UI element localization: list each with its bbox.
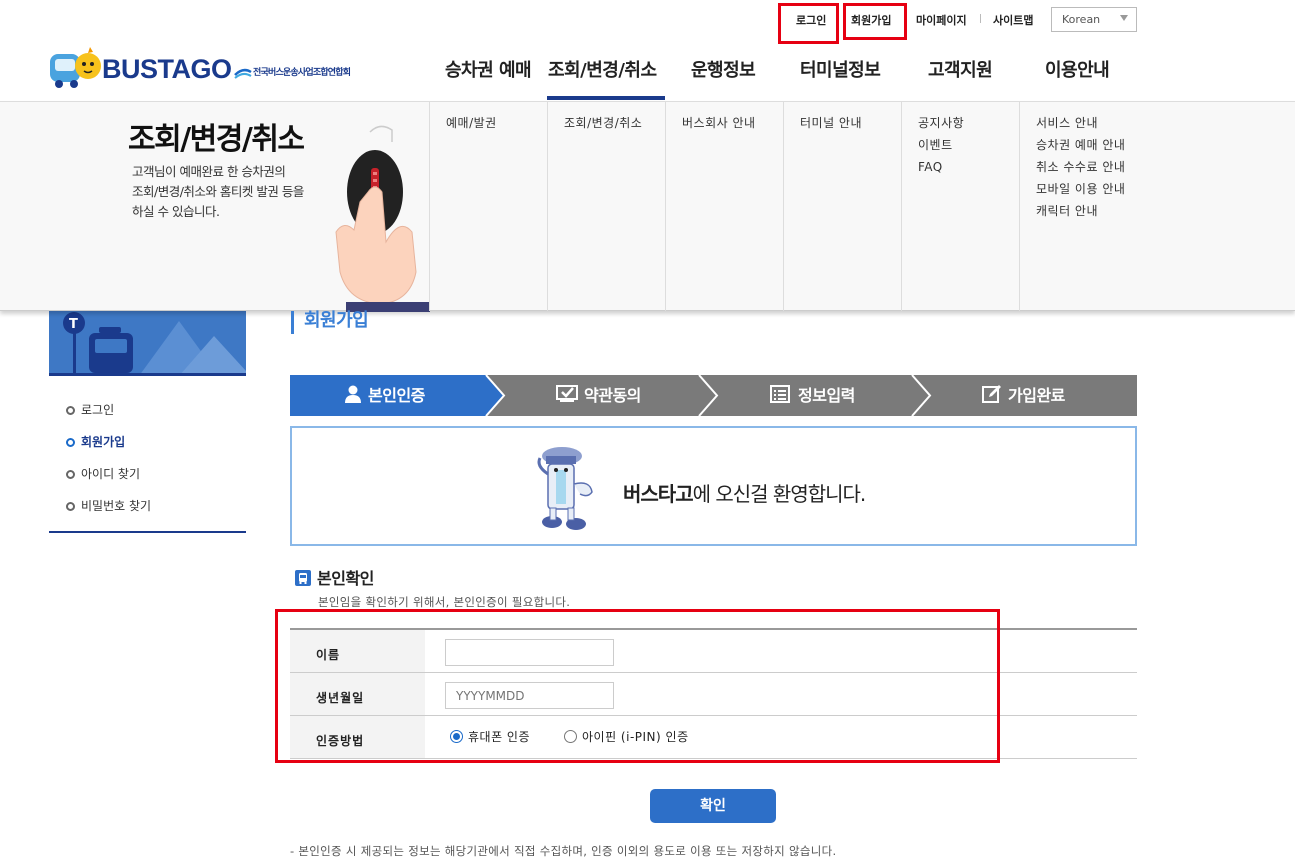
list-icon [770,385,790,403]
gnb-lookup-change-cancel[interactable]: 조회/변경/취소 [548,56,657,82]
edit-icon [982,385,1001,403]
user-icon [345,385,361,403]
bus-stop-illustration-icon: T [63,312,246,373]
mega-item-booking-issue[interactable]: 예매/발권 [446,112,547,134]
section-title-verify: 본인확인 [295,565,374,589]
mega-item-notice[interactable]: 공지사항 [918,112,1019,134]
bullet-icon [66,406,75,415]
confirm-button[interactable]: 확인 [650,789,776,823]
hand-mouse-illustration-icon [335,125,430,312]
mega-item-character-guide[interactable]: 캐릭터 안내 [1036,200,1159,222]
mega-col-guide: 서비스 안내 승차권 예매 안내 취소 수수료 안내 모바일 이용 안내 캐릭터… [1019,102,1159,311]
sitemap-link[interactable]: 사이트맵 [993,12,1033,28]
highlight-box-login [778,3,839,44]
logo-text: BUSTAGO [102,54,232,84]
divider [980,14,981,23]
mega-item-booking-guide[interactable]: 승차권 예매 안내 [1036,134,1159,156]
mega-item-mobile-guide[interactable]: 모바일 이용 안내 [1036,178,1159,200]
logo[interactable]: BUSTAGO 전국버스운송사업조합연합회 [48,44,378,90]
gnb-service-info[interactable]: 운행정보 [691,56,756,82]
sidebar-item-find-id[interactable]: 아이디 찾기 [66,465,140,482]
language-select[interactable]: Korean [1051,7,1137,32]
mega-menu-title: 조회/변경/취소 [128,122,305,157]
mega-menu-dropdown: 조회/변경/취소 고객님이 예매완료 한 승차권의 조회/변경/취소와 홈티켓 … [0,101,1295,312]
mypage-link[interactable]: 마이페이지 [916,12,967,28]
gnb-customer-support[interactable]: 고객지원 [928,56,993,82]
sidebar-item-find-password[interactable]: 비밀번호 찾기 [66,497,151,514]
mega-item-terminal[interactable]: 터미널 안내 [800,112,901,134]
sidebar-divider [49,531,246,533]
step-identity-verification: 본인인증 [344,375,425,416]
mega-item-faq[interactable]: FAQ [918,156,1019,178]
sidebar-item-join[interactable]: 회원가입 [66,433,125,450]
gnb-ticket-booking[interactable]: 승차권 예매 [445,56,532,82]
chevron-down-icon [1120,15,1128,21]
step-terms-agreement: 약관동의 [556,375,641,416]
bus-icon [295,570,311,586]
svg-text:T: T [69,317,78,332]
mega-item-service-guide[interactable]: 서비스 안내 [1036,112,1159,134]
sidebar-banner: T [49,311,246,376]
bus-character-mascot-icon [537,447,593,530]
mega-col-service: 버스회사 안내 [665,102,783,311]
mega-item-lookup[interactable]: 조회/변경/취소 [564,112,665,134]
page-title: 회원가입 [291,311,369,334]
mega-menu-description: 고객님이 예매완료 한 승차권의 조회/변경/취소와 홈티켓 발권 등을 하실 … [132,164,304,219]
mega-col-lookup: 조회/변경/취소 [547,102,665,311]
section-description: 본인임을 확인하기 위해서, 본인인증이 필요합니다. [318,595,571,609]
mega-col-support: 공지사항 이벤트 FAQ [901,102,1019,311]
sidebar-item-login[interactable]: 로그인 [66,401,114,418]
association-name: 전국버스운송사업조합연합회 [253,68,351,78]
step-complete: 가입완료 [982,375,1065,416]
signup-steps: 본인인증 약관동의 정보입력 가입완료 [290,375,1137,416]
step-info-input: 정보입력 [770,375,855,416]
welcome-message: 버스타고에 오신걸 환영합니다. [623,482,866,506]
highlight-box-join [843,3,907,40]
gnb-usage-guide[interactable]: 이용안내 [1045,56,1110,82]
association-emblem-icon [234,68,252,79]
gnb-active-indicator [547,96,665,100]
bullet-icon [66,502,75,511]
highlight-box-form [275,609,1000,763]
mega-item-event[interactable]: 이벤트 [918,134,1019,156]
bullet-icon [66,470,75,479]
mega-item-fee-guide[interactable]: 취소 수수료 안내 [1036,156,1159,178]
mega-col-booking: 예매/발권 [429,102,547,311]
checkbox-check-icon [556,385,578,402]
bus-mascot-logo-icon [50,47,101,88]
mega-item-bus-company[interactable]: 버스회사 안내 [682,112,783,134]
gnb-terminal-info[interactable]: 터미널정보 [800,56,881,82]
welcome-box: 버스타고에 오신걸 환영합니다. [290,426,1137,546]
bullet-icon [66,438,75,447]
mega-col-terminal: 터미널 안내 [783,102,901,311]
language-value: Korean [1062,13,1101,26]
privacy-note: - 본인인증 시 제공되는 정보는 해당기관에서 직접 수집하며, 인증 이외의… [290,844,837,858]
utility-bar: 로그인 회원가입 마이페이지 사이트맵 Korean [0,0,1295,40]
